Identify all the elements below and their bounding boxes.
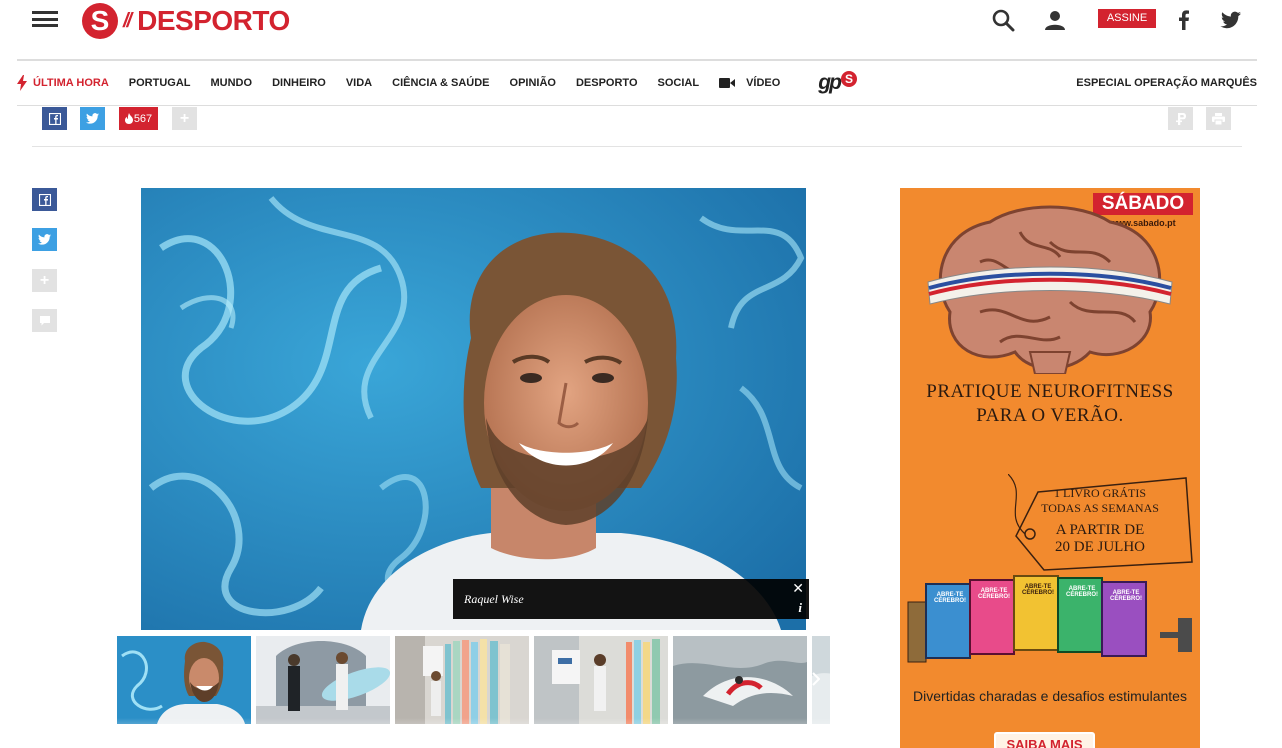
gps-text: gp — [818, 71, 842, 94]
chevron-right-icon[interactable] — [812, 672, 820, 686]
ad-headline: PRATIQUE NEUROFITNESS PARA O VERÃO. — [900, 380, 1200, 428]
facebook-icon — [38, 193, 51, 206]
side-share-more-button[interactable]: + — [32, 269, 57, 292]
side-share-twitter-button[interactable] — [32, 228, 57, 251]
side-share-facebook-button[interactable] — [32, 188, 57, 211]
gallery-thumbnails — [117, 636, 830, 724]
thumbnail-image — [256, 636, 390, 724]
ad-offer-line-1: 1 LIVRO GRÁTIS — [1054, 486, 1146, 500]
nav-item-vida[interactable]: VIDA — [346, 77, 372, 89]
photo-credit: Raquel Wise — [464, 592, 524, 606]
menu-icon[interactable] — [32, 11, 58, 27]
nav-item-video[interactable]: VÍDEO — [719, 77, 780, 89]
share-more-button[interactable]: + — [172, 107, 197, 130]
ad-cta-button[interactable]: SAIBA MAIS — [994, 732, 1095, 748]
share-facebook-button[interactable] — [42, 107, 67, 130]
main-nav: ÚLTIMA HORA PORTUGAL MUNDO DINHEIRO VIDA… — [17, 61, 1257, 106]
plus-icon: + — [39, 271, 50, 289]
surfer-portrait-image — [141, 188, 806, 630]
video-camera-icon — [719, 78, 736, 88]
share-twitter-button[interactable] — [80, 107, 105, 130]
book-title: ABRE-TE CÉREBRO! — [1021, 584, 1054, 596]
ad-footer-text: Divertidas charadas e desafios estimulan… — [913, 688, 1187, 704]
section-title: DESPORTO — [137, 5, 290, 36]
gallery-thumbnail[interactable] — [395, 636, 529, 724]
twitter-icon — [86, 113, 99, 124]
thumbnail-image — [117, 636, 251, 724]
flame-icon — [124, 113, 133, 124]
facebook-icon — [48, 112, 61, 125]
share-divider — [32, 146, 1242, 147]
ad-headline-line-2: PARA O VERÃO. — [976, 405, 1124, 426]
gps-logo[interactable]: gp S — [818, 71, 857, 95]
nav-item-ultima-hora[interactable]: ÚLTIMA HORA — [17, 75, 109, 91]
print-button[interactable] — [1206, 107, 1231, 130]
gps-badge: S — [840, 71, 857, 87]
print-icon — [1212, 112, 1225, 125]
thumbnail-image — [534, 636, 668, 724]
plus-icon: + — [179, 109, 190, 127]
logo-slash: // — [123, 9, 132, 32]
photo-caption: Raquel Wise ✕ i — [453, 579, 809, 619]
book-title: ABRE-TE CÉREBRO! — [1109, 590, 1142, 602]
ad-offer: 1 LIVRO GRÁTIS TODAS AS SEMANAS A PARTIR… — [1030, 486, 1170, 556]
nav-item-social[interactable]: SOCIAL — [658, 77, 700, 89]
site-logo[interactable]: S // DESPORTO — [82, 2, 290, 40]
nav-item-especial[interactable]: ESPECIAL OPERAÇÃO MARQUÊS — [1076, 77, 1257, 89]
side-comments-button[interactable] — [32, 309, 57, 332]
thumbnail-image — [673, 636, 807, 724]
nav-item-desporto[interactable]: DESPORTO — [576, 77, 638, 89]
user-icon[interactable] — [1043, 8, 1067, 32]
nav-item-portugal[interactable]: PORTUGAL — [129, 77, 191, 89]
text-size-icon — [1175, 112, 1186, 125]
popularity-count: 567 — [133, 112, 153, 125]
popularity-counter: 567 — [119, 107, 158, 130]
facebook-icon[interactable] — [1172, 8, 1196, 32]
subscribe-button[interactable]: ASSINE — [1098, 9, 1156, 28]
close-icon[interactable]: ✕ — [792, 580, 804, 597]
advertisement-banner[interactable]: SÁBADO www.sabado.pt PRATIQUE NEUROFITNE… — [900, 188, 1200, 748]
book-title: ABRE-TE CÉREBRO! — [977, 588, 1010, 600]
thumbnail-image — [395, 636, 529, 724]
nav-item-dinheiro[interactable]: DINHEIRO — [272, 77, 326, 89]
nav-item-label: VÍDEO — [746, 77, 781, 89]
info-icon[interactable]: i — [798, 600, 802, 616]
gallery-thumbnail[interactable] — [256, 636, 390, 724]
ad-offer-line-3: A PARTIR DE — [1055, 522, 1145, 538]
book-title: ABRE-TE CÉREBRO! — [933, 592, 966, 604]
logo-badge: S — [82, 3, 118, 39]
gallery-thumbnail[interactable] — [673, 636, 807, 724]
gallery-thumbnail[interactable] — [117, 636, 251, 724]
twitter-icon — [38, 234, 51, 245]
brain-illustration — [927, 205, 1173, 374]
ad-offer-line-4: 20 DE JULHO — [1055, 539, 1145, 555]
book-title: ABRE-TE CÉREBRO! — [1065, 586, 1098, 598]
ad-headline-line-1: PRATIQUE NEUROFITNESS — [926, 381, 1174, 402]
bolt-icon — [17, 75, 27, 91]
comment-icon — [39, 316, 50, 326]
font-size-button[interactable] — [1168, 107, 1193, 130]
twitter-icon[interactable] — [1219, 8, 1243, 32]
nav-item-ciencia-saude[interactable]: CIÊNCIA & SAÚDE — [392, 77, 489, 89]
search-icon[interactable] — [991, 8, 1015, 32]
nav-item-mundo[interactable]: MUNDO — [211, 77, 253, 89]
nav-item-label: ÚLTIMA HORA — [33, 77, 109, 89]
ad-offer-line-2: TODAS AS SEMANAS — [1041, 501, 1159, 515]
gallery-main-photo[interactable] — [141, 188, 806, 630]
nav-item-opiniao[interactable]: OPINIÃO — [510, 77, 556, 89]
gallery-thumbnail[interactable] — [534, 636, 668, 724]
